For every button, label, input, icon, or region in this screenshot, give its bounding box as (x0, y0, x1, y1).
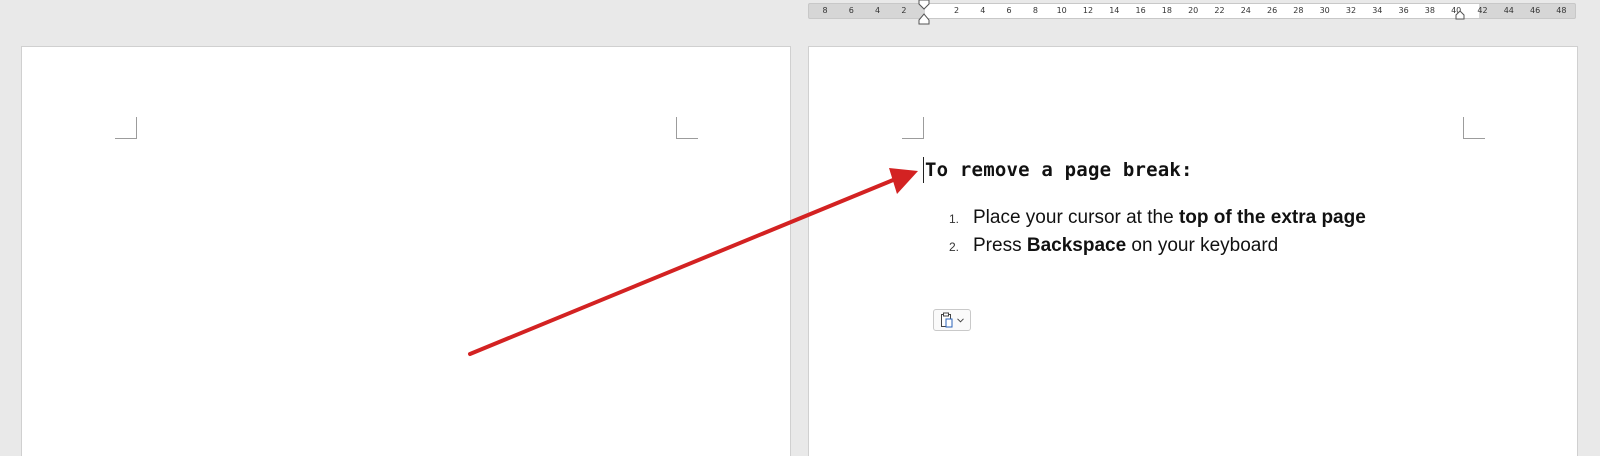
annotation-arrow (468, 168, 918, 356)
document-workspace: 8 6 4 2 2 4 6 8 10 12 14 16 18 20 22 24 26 28 30 32 34 36 38 40… (0, 0, 1600, 456)
